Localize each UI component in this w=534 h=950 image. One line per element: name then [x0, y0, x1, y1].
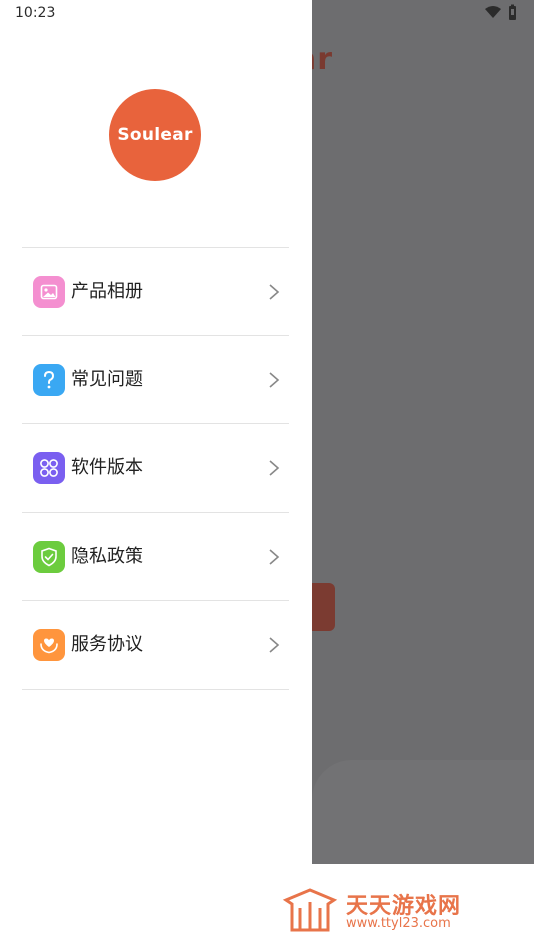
chevron-right-icon	[269, 637, 280, 653]
menu-item-album[interactable]: 产品相册	[22, 248, 289, 336]
menu-item-label: 产品相册	[71, 281, 143, 302]
menu-item-version[interactable]: 软件版本	[22, 424, 289, 512]
chevron-right-icon	[269, 372, 280, 388]
status-icons	[484, 4, 524, 22]
menu-item-label: 服务协议	[71, 634, 143, 655]
navigation-drawer: Soulear 产品相册 常见问题 软件版本 隐私政策 服务协议	[0, 0, 312, 864]
question-icon	[33, 364, 65, 396]
menu-item-label: 软件版本	[71, 457, 143, 478]
menu-item-label: 隐私政策	[71, 546, 143, 567]
app-logo: Soulear	[109, 89, 201, 181]
menu-item-privacy[interactable]: 隐私政策	[22, 513, 289, 601]
divider	[22, 689, 289, 690]
menu-item-terms[interactable]: 服务协议	[22, 601, 289, 689]
battery-icon	[509, 4, 516, 20]
background-app-wave	[312, 760, 534, 864]
chevron-right-icon	[269, 549, 280, 565]
apps-icon	[33, 452, 65, 484]
shield-icon	[33, 541, 65, 573]
heart-hands-icon	[33, 629, 65, 661]
watermark-logo	[282, 888, 338, 932]
menu-item-faq[interactable]: 常见问题	[22, 336, 289, 424]
wifi-icon	[485, 6, 501, 18]
chevron-right-icon	[269, 284, 280, 300]
menu-item-label: 常见问题	[71, 369, 143, 390]
image-icon	[33, 276, 65, 308]
screen: ar 10:23 Soulear 产品相册 常见问题 软件版本 隐私政策 服务协…	[0, 0, 534, 950]
watermark-url: www.ttyl23.com	[346, 916, 451, 931]
logo-text: Soulear	[117, 125, 193, 145]
status-time: 10:23	[15, 5, 56, 21]
chevron-right-icon	[269, 460, 280, 476]
